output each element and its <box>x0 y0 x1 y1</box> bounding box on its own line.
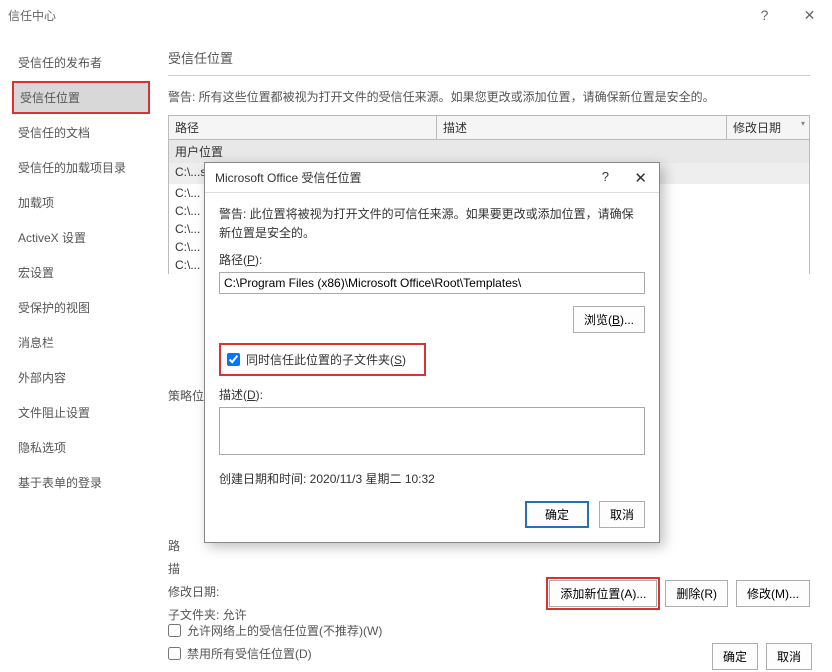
subfolders-checkbox[interactable] <box>227 353 240 366</box>
dialog-cancel-button[interactable]: 取消 <box>599 501 645 528</box>
dialog-actions: 确定 取消 <box>219 501 645 528</box>
close-icon[interactable]: ✕ <box>787 0 832 30</box>
sidebar-item-addins[interactable]: 加载项 <box>12 186 150 219</box>
dialog-body: 警告: 此位置将被视为打开文件的可信任来源。如果要更改或添加位置，请确保新位置是… <box>205 193 659 542</box>
ok-button[interactable]: 确定 <box>712 643 758 670</box>
sidebar: 受信任的发布者 受信任位置 受信任的文档 受信任的加载项目录 加载项 Activ… <box>0 30 150 640</box>
page-title: 受信任位置 <box>168 48 810 76</box>
trust-options: 允许网络上的受信任位置(不推荐)(W) 禁用所有受信任位置(D) <box>168 622 382 668</box>
browse-button[interactable]: 浏览(B)... <box>573 306 645 333</box>
sidebar-item-trusted-locations[interactable]: 受信任位置 <box>12 81 150 114</box>
modify-button[interactable]: 修改(M)... <box>736 580 810 607</box>
sidebar-item-privacy[interactable]: 隐私选项 <box>12 431 150 464</box>
path-label: 路径(P): <box>219 251 645 268</box>
allow-network-checkbox[interactable]: 允许网络上的受信任位置(不推荐)(W) <box>168 622 382 639</box>
sidebar-item-trusted-docs[interactable]: 受信任的文档 <box>12 116 150 149</box>
trusted-location-dialog: Microsoft Office 受信任位置 ? ✕ 警告: 此位置将被视为打开… <box>204 162 660 543</box>
cancel-button[interactable]: 取消 <box>766 643 812 670</box>
detail-desc-label: 描 <box>168 560 810 577</box>
dialog-help-icon[interactable]: ? <box>602 169 609 184</box>
sidebar-item-activex[interactable]: ActiveX 设置 <box>12 221 150 254</box>
sidebar-item-trusted-publishers[interactable]: 受信任的发布者 <box>12 46 150 79</box>
dialog-titlebar: Microsoft Office 受信任位置 ? ✕ <box>205 163 659 193</box>
sidebar-item-file-block[interactable]: 文件阻止设置 <box>12 396 150 429</box>
dialog-ok-button[interactable]: 确定 <box>525 501 589 528</box>
sidebar-item-form-login[interactable]: 基于表单的登录 <box>12 466 150 499</box>
footer: 确定 取消 <box>0 640 832 672</box>
col-desc[interactable]: 描述 <box>437 116 727 139</box>
detail-subfolders: 子文件夹: 允许 <box>168 606 810 623</box>
sidebar-item-protected-view[interactable]: 受保护的视图 <box>12 291 150 324</box>
col-date[interactable]: 修改日期 <box>727 116 809 139</box>
sidebar-item-message-bar[interactable]: 消息栏 <box>12 326 150 359</box>
titlebar: 信任中心 ? ✕ <box>0 0 832 30</box>
allow-network-input[interactable] <box>168 624 181 637</box>
created-datetime: 创建日期和时间: 2020/11/3 星期二 10:32 <box>219 470 645 487</box>
description-input[interactable] <box>219 407 645 455</box>
location-actions: 添加新位置(A)... 删除(R) 修改(M)... <box>549 580 810 607</box>
col-path[interactable]: 路径 <box>169 116 437 139</box>
desc-label: 描述(D): <box>219 386 645 403</box>
sidebar-item-trusted-addins[interactable]: 受信任的加载项目录 <box>12 151 150 184</box>
sidebar-item-external[interactable]: 外部内容 <box>12 361 150 394</box>
window-controls: ? ✕ <box>742 0 832 30</box>
dialog-warning: 警告: 此位置将被视为打开文件的可信任来源。如果要更改或添加位置，请确保新位置是… <box>219 205 645 243</box>
add-location-button[interactable]: 添加新位置(A)... <box>549 580 657 607</box>
dialog-title-text: Microsoft Office 受信任位置 <box>215 169 361 186</box>
warning-text: 警告: 所有这些位置都被视为打开文件的受信任来源。如果您更改或添加位置，请确保新… <box>168 88 810 105</box>
table-header: 路径 描述 修改日期 <box>168 115 810 140</box>
window-title: 信任中心 <box>8 7 56 24</box>
path-input[interactable] <box>219 272 645 294</box>
help-icon[interactable]: ? <box>742 0 787 30</box>
subfolders-checkbox-row[interactable]: 同时信任此位置的子文件夹(S) <box>219 343 426 376</box>
dialog-close-icon[interactable]: ✕ <box>634 169 647 187</box>
disable-all-input[interactable] <box>168 647 181 660</box>
disable-all-checkbox[interactable]: 禁用所有受信任位置(D) <box>168 645 382 662</box>
subfolders-label: 同时信任此位置的子文件夹(S) <box>246 351 406 368</box>
sidebar-item-macro[interactable]: 宏设置 <box>12 256 150 289</box>
remove-button[interactable]: 删除(R) <box>665 580 728 607</box>
group-user-locations: 用户位置 <box>168 140 810 163</box>
